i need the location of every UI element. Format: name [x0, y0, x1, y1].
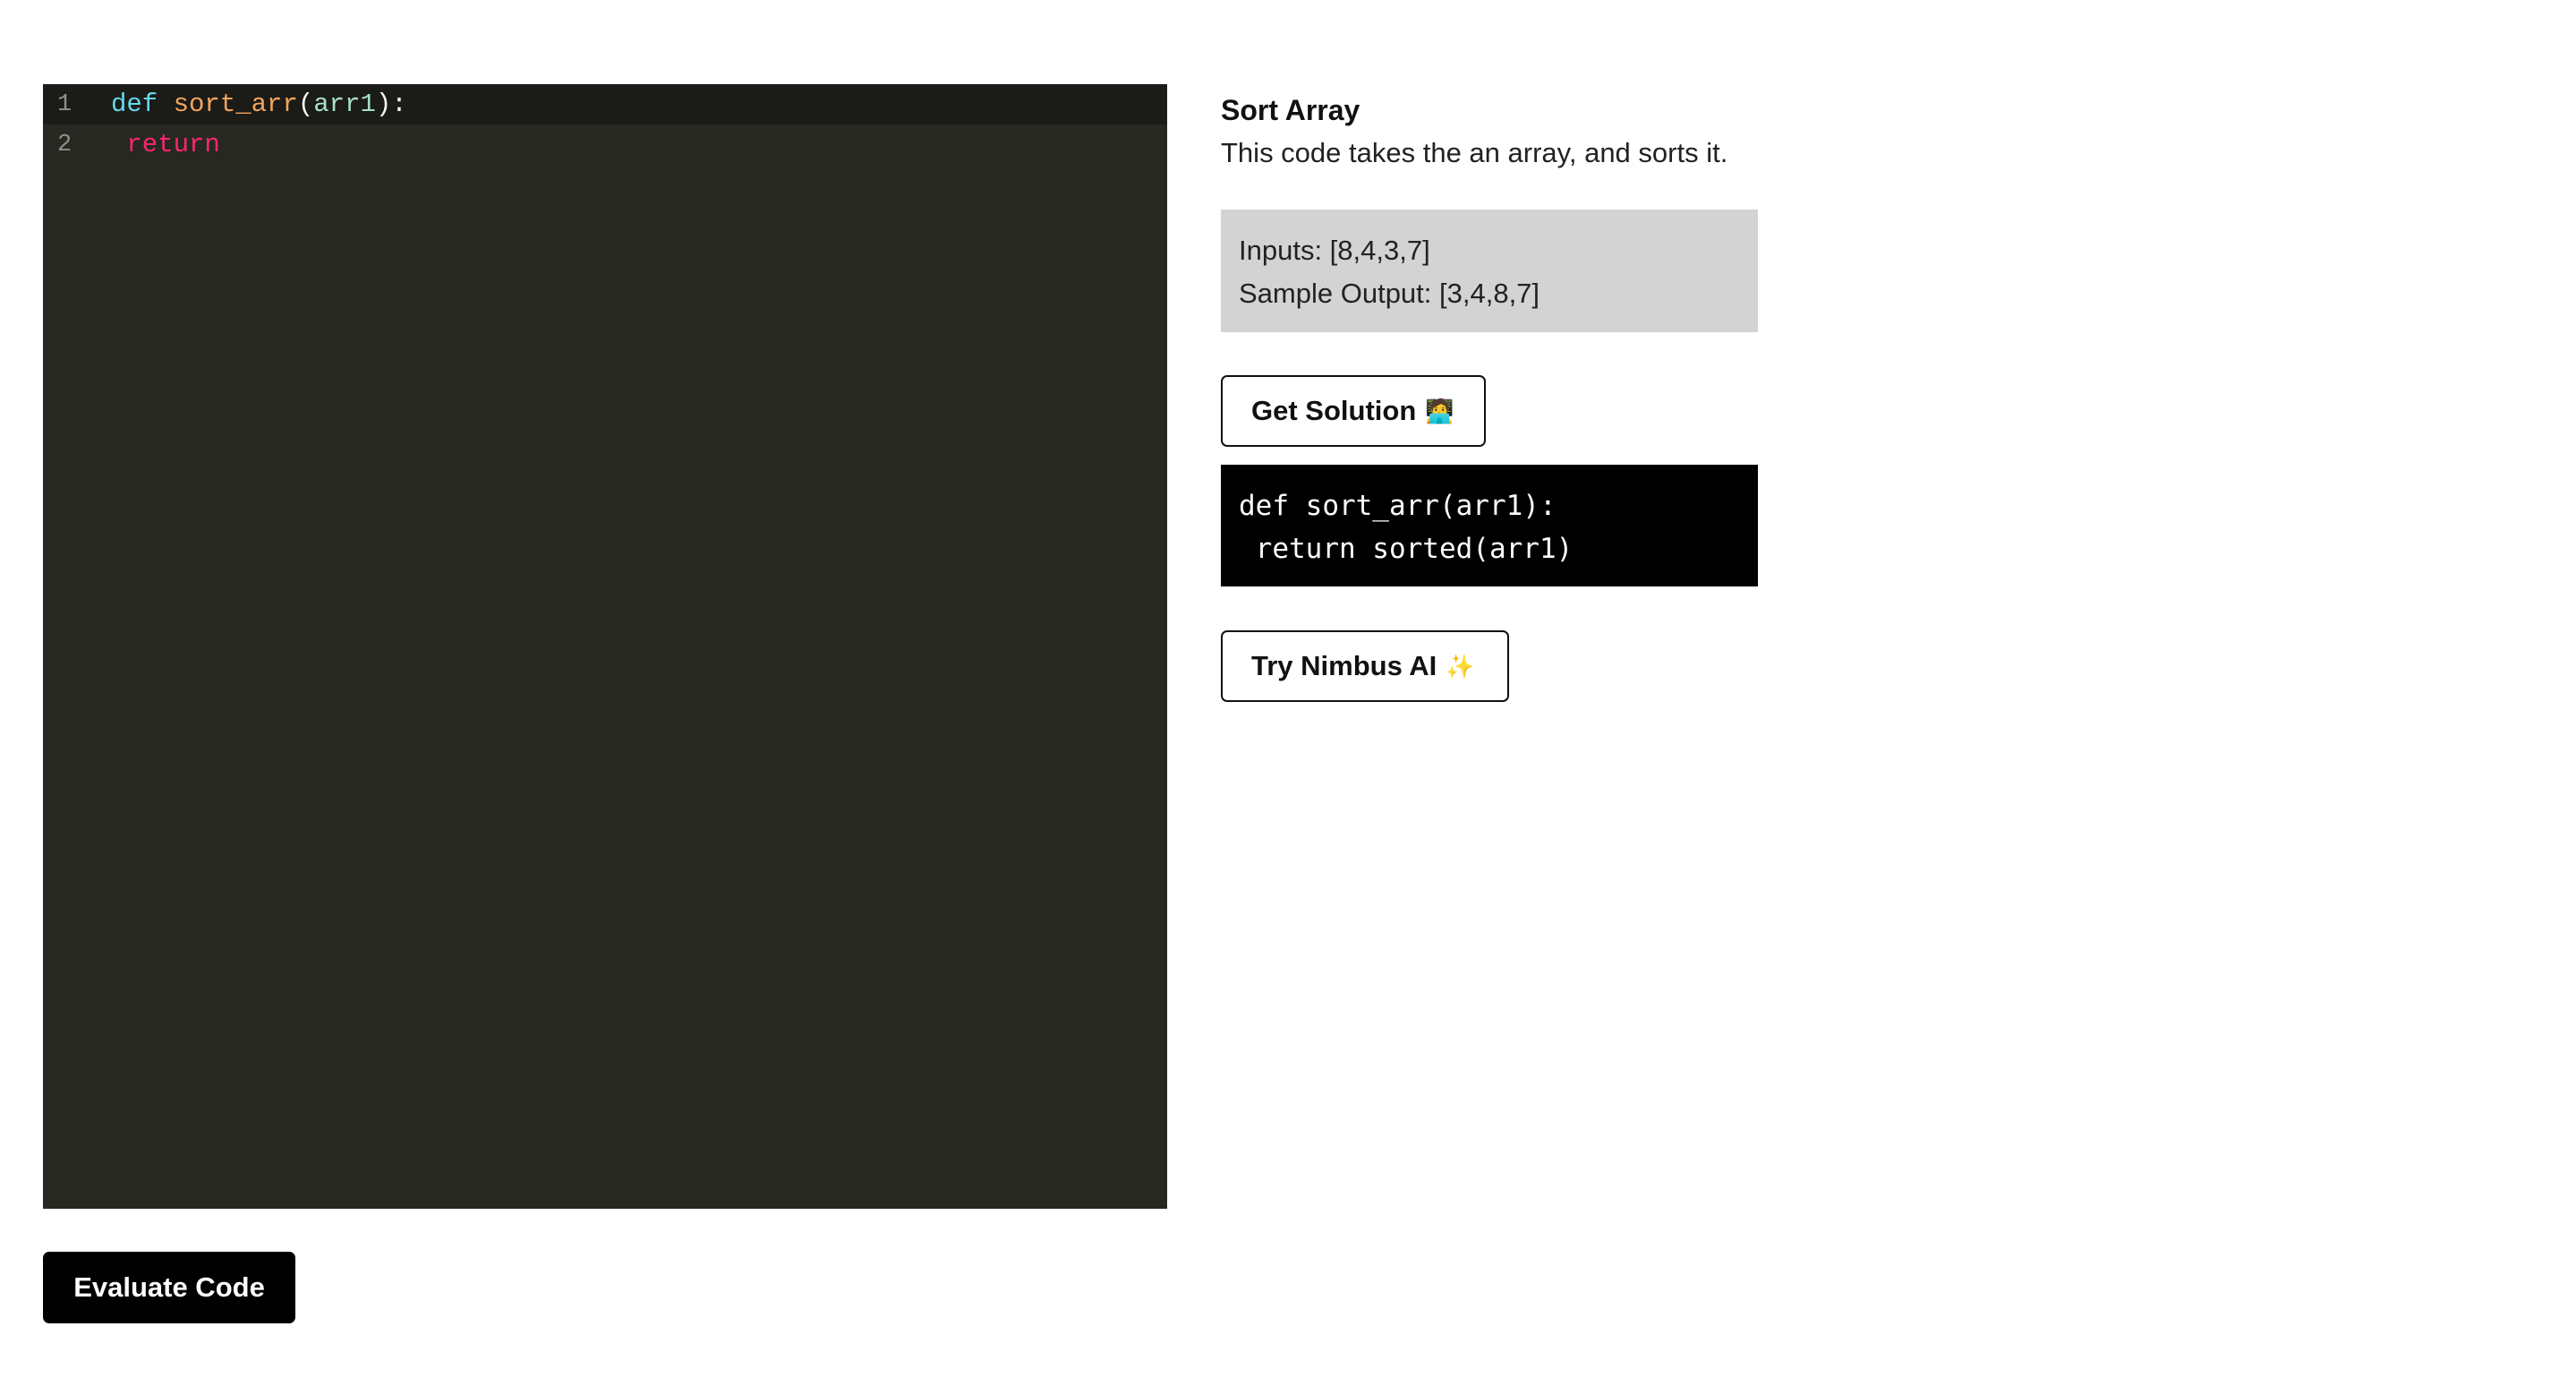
code-line-content[interactable]: return	[111, 130, 220, 159]
parameter-name: arr1	[313, 90, 376, 119]
solution-code-block: def sort_arr(arr1): return sorted(arr1)	[1221, 465, 1758, 586]
try-nimbus-ai-label: Try Nimbus AI	[1251, 650, 1437, 681]
line-number: 1	[57, 90, 73, 118]
problem-panel: Sort Array This code takes the an array,…	[1221, 84, 1758, 702]
get-solution-button[interactable]: Get Solution 🧑‍💻	[1221, 375, 1486, 447]
open-paren: (	[297, 90, 314, 119]
code-line-1[interactable]: 1 def sort_arr(arr1):	[43, 84, 1167, 124]
io-example-box: Inputs: [8,4,3,7] Sample Output: [3,4,8,…	[1221, 210, 1758, 332]
problem-title: Sort Array	[1221, 94, 1361, 126]
code-editor[interactable]: 1 def sort_arr(arr1): 2 return	[43, 84, 1167, 1209]
close-paren-colon: ):	[375, 90, 407, 119]
keyword-return: return	[126, 130, 220, 159]
technologist-icon: 🧑‍💻	[1425, 397, 1454, 424]
code-line-content[interactable]: def sort_arr(arr1):	[111, 90, 407, 119]
sparkles-icon: ✨	[1446, 652, 1475, 680]
try-nimbus-ai-button[interactable]: Try Nimbus AI ✨	[1221, 630, 1509, 702]
evaluate-code-button[interactable]: Evaluate Code	[43, 1252, 295, 1323]
inputs-text: Inputs: [8,4,3,7]	[1239, 235, 1430, 266]
sample-output-text: Sample Output: [3,4,8,7]	[1239, 278, 1540, 309]
keyword-def: def	[111, 90, 158, 119]
function-name: sort_arr	[173, 90, 298, 119]
line-number: 2	[57, 131, 73, 158]
code-line-2[interactable]: 2 return	[43, 124, 1167, 165]
get-solution-label: Get Solution	[1251, 395, 1417, 426]
problem-description: This code takes the an array, and sorts …	[1221, 137, 1728, 168]
solution-line-2: return sorted(arr1)	[1239, 533, 1574, 565]
solution-line-1: def sort_arr(arr1):	[1239, 490, 1557, 522]
